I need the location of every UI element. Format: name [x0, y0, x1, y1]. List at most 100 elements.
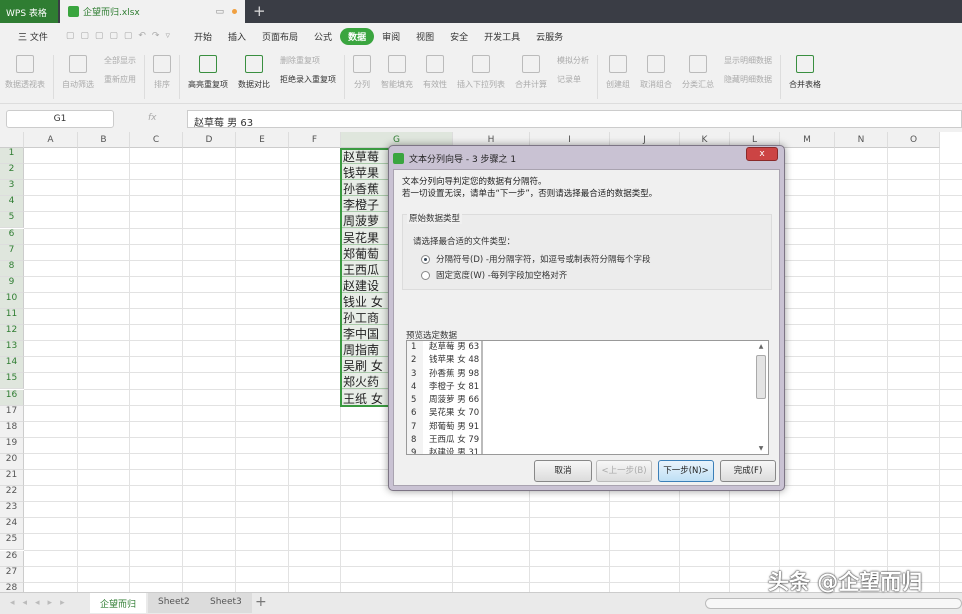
tab-data[interactable]: 数据 — [340, 27, 375, 45]
tab-cloud[interactable]: 云服务 — [528, 28, 571, 45]
preview-scrollbar[interactable]: ▲ ▼ — [756, 343, 766, 452]
column-header[interactable]: O — [888, 132, 940, 148]
sheet-tab-1[interactable]: 企望而归 — [90, 593, 147, 613]
row-header[interactable]: 22 — [0, 486, 24, 503]
quick-access-icons[interactable]: ▢▢▢▢▢↶↷▿ — [56, 31, 186, 41]
sheet-nav-icons[interactable]: ◂◂◂▸▸ — [10, 598, 73, 608]
autofilter-button[interactable]: 自动筛选 — [62, 55, 94, 90]
row-header[interactable]: 21 — [0, 470, 24, 487]
reapply-button[interactable]: 重新应用 — [104, 74, 136, 85]
row-header[interactable]: 13 — [0, 341, 24, 358]
radio-fixed-width[interactable]: 固定宽度(W) -每列字段加空格对齐 — [421, 269, 567, 281]
close-button[interactable]: x — [746, 147, 778, 161]
formula-input[interactable]: 赵草莓 男 63 — [187, 110, 962, 129]
row-header[interactable]: 2 — [0, 164, 24, 181]
fx-icon[interactable]: fx — [148, 113, 157, 123]
highlight-duplicates-button[interactable]: 高亮重复项 — [188, 55, 228, 90]
row-header[interactable]: 18 — [0, 421, 24, 438]
row-header[interactable]: 20 — [0, 453, 24, 470]
what-if-button[interactable]: 模拟分析 — [557, 55, 589, 66]
finish-button[interactable]: 完成(F) — [720, 460, 776, 482]
column-header[interactable]: M — [780, 132, 835, 148]
hide-detail-button[interactable]: 隐藏明细数据 — [724, 74, 772, 85]
create-group-button[interactable]: 创建组 — [606, 55, 630, 90]
row-header[interactable]: 25 — [0, 534, 24, 551]
tab-developer[interactable]: 开发工具 — [476, 28, 528, 45]
split-column-button[interactable]: 分列 — [353, 55, 371, 90]
row-header[interactable]: 16 — [0, 389, 24, 406]
row-header[interactable]: 14 — [0, 357, 24, 374]
preview-row-number: 8 — [407, 434, 423, 448]
column-header[interactable]: B — [78, 132, 130, 148]
app-tab[interactable]: WPS 表格 — [0, 0, 58, 23]
sort-button[interactable]: 排序 — [153, 55, 171, 90]
row-header[interactable]: 28 — [0, 582, 24, 592]
show-detail-button[interactable]: 显示明细数据 — [724, 55, 772, 66]
row-header[interactable]: 4 — [0, 196, 24, 213]
row-header[interactable]: 8 — [0, 260, 24, 277]
back-button[interactable]: <上一步(B) — [596, 460, 652, 482]
new-tab-button[interactable]: + — [253, 2, 266, 20]
file-menu[interactable]: 三 文件 — [10, 28, 56, 45]
tab-security[interactable]: 安全 — [442, 28, 476, 45]
spreadsheet-icon — [68, 6, 79, 17]
show-all-button[interactable]: 全部显示 — [104, 55, 136, 66]
row-header[interactable]: 17 — [0, 405, 24, 422]
preview-row-text: 钱苹果 女 48 — [423, 354, 483, 368]
tab-view[interactable]: 视图 — [408, 28, 442, 45]
select-all-corner[interactable] — [0, 132, 24, 148]
row-header[interactable]: 15 — [0, 373, 24, 390]
column-header[interactable]: E — [236, 132, 289, 148]
ungroup-button[interactable]: 取消组合 — [640, 55, 672, 90]
monitor-icon[interactable]: ▭ — [215, 7, 224, 17]
row-header[interactable]: 19 — [0, 437, 24, 454]
row-header[interactable]: 26 — [0, 550, 24, 567]
row-header[interactable]: 3 — [0, 180, 24, 197]
column-header[interactable]: N — [835, 132, 888, 148]
sheet-tab-2[interactable]: Sheet2 — [148, 593, 200, 613]
subtotal-button[interactable]: 分类汇总 — [682, 55, 714, 90]
tab-review[interactable]: 审阅 — [374, 28, 408, 45]
grid-line — [24, 533, 962, 535]
row-header[interactable]: 9 — [0, 276, 24, 293]
row-header[interactable]: 10 — [0, 292, 24, 309]
pivot-table-button[interactable]: 数据透视表 — [5, 55, 45, 90]
data-compare-button[interactable]: 数据对比 — [238, 55, 270, 90]
split-icon — [353, 55, 371, 73]
tab-insert[interactable]: 插入 — [220, 28, 254, 45]
file-tab[interactable]: 企望而归.xlsx ▭ — [60, 0, 245, 23]
label: 数据对比 — [238, 80, 270, 89]
add-sheet-button[interactable]: + — [255, 594, 267, 610]
row-header[interactable]: 11 — [0, 309, 24, 326]
merge-tables-button[interactable]: 合并表格 — [789, 55, 821, 90]
name-box[interactable]: G1 — [6, 110, 114, 128]
radio-delimited[interactable]: 分隔符号(D) -用分隔字符，如逗号或制表符分隔每个字段 — [421, 253, 650, 265]
row-header[interactable]: 7 — [0, 244, 24, 261]
remove-duplicates-button[interactable]: 删除重复项 — [280, 55, 336, 66]
row-header[interactable]: 6 — [0, 228, 24, 245]
column-header[interactable]: C — [130, 132, 183, 148]
row-header[interactable]: 12 — [0, 325, 24, 342]
row-header[interactable]: 5 — [0, 212, 24, 229]
insert-dropdown-button[interactable]: 插入下拉列表 — [457, 55, 505, 90]
reject-duplicates-button[interactable]: 拒绝录入重复项 — [280, 74, 336, 85]
validity-button[interactable]: 有效性 — [423, 55, 447, 90]
row-header[interactable]: 1 — [0, 148, 24, 165]
cancel-button[interactable]: 取消 — [534, 460, 592, 482]
column-header[interactable]: D — [183, 132, 236, 148]
column-header[interactable]: F — [289, 132, 341, 148]
next-button[interactable]: 下一步(N)> — [658, 460, 714, 482]
consolidate-button[interactable]: 合并计算 — [515, 55, 547, 90]
smart-fill-button[interactable]: 智能填充 — [381, 55, 413, 90]
row-header[interactable]: 27 — [0, 566, 24, 583]
sheet-tab-3[interactable]: Sheet3 — [200, 593, 252, 613]
record-form-button[interactable]: 记录单 — [557, 74, 589, 85]
row-header[interactable]: 23 — [0, 502, 24, 519]
horizontal-scrollbar[interactable] — [705, 598, 962, 609]
row-header[interactable]: 24 — [0, 518, 24, 535]
tab-page-layout[interactable]: 页面布局 — [254, 28, 306, 45]
tab-home[interactable]: 开始 — [186, 28, 220, 45]
preview-box[interactable]: 1 赵草莓 男 63 2 钱苹果 女 48 3 孙香蕉 男 98 4 李橙子 女 81 5 周菠萝… — [406, 340, 769, 455]
tab-formula[interactable]: 公式 — [306, 28, 340, 45]
column-header[interactable]: A — [24, 132, 78, 148]
